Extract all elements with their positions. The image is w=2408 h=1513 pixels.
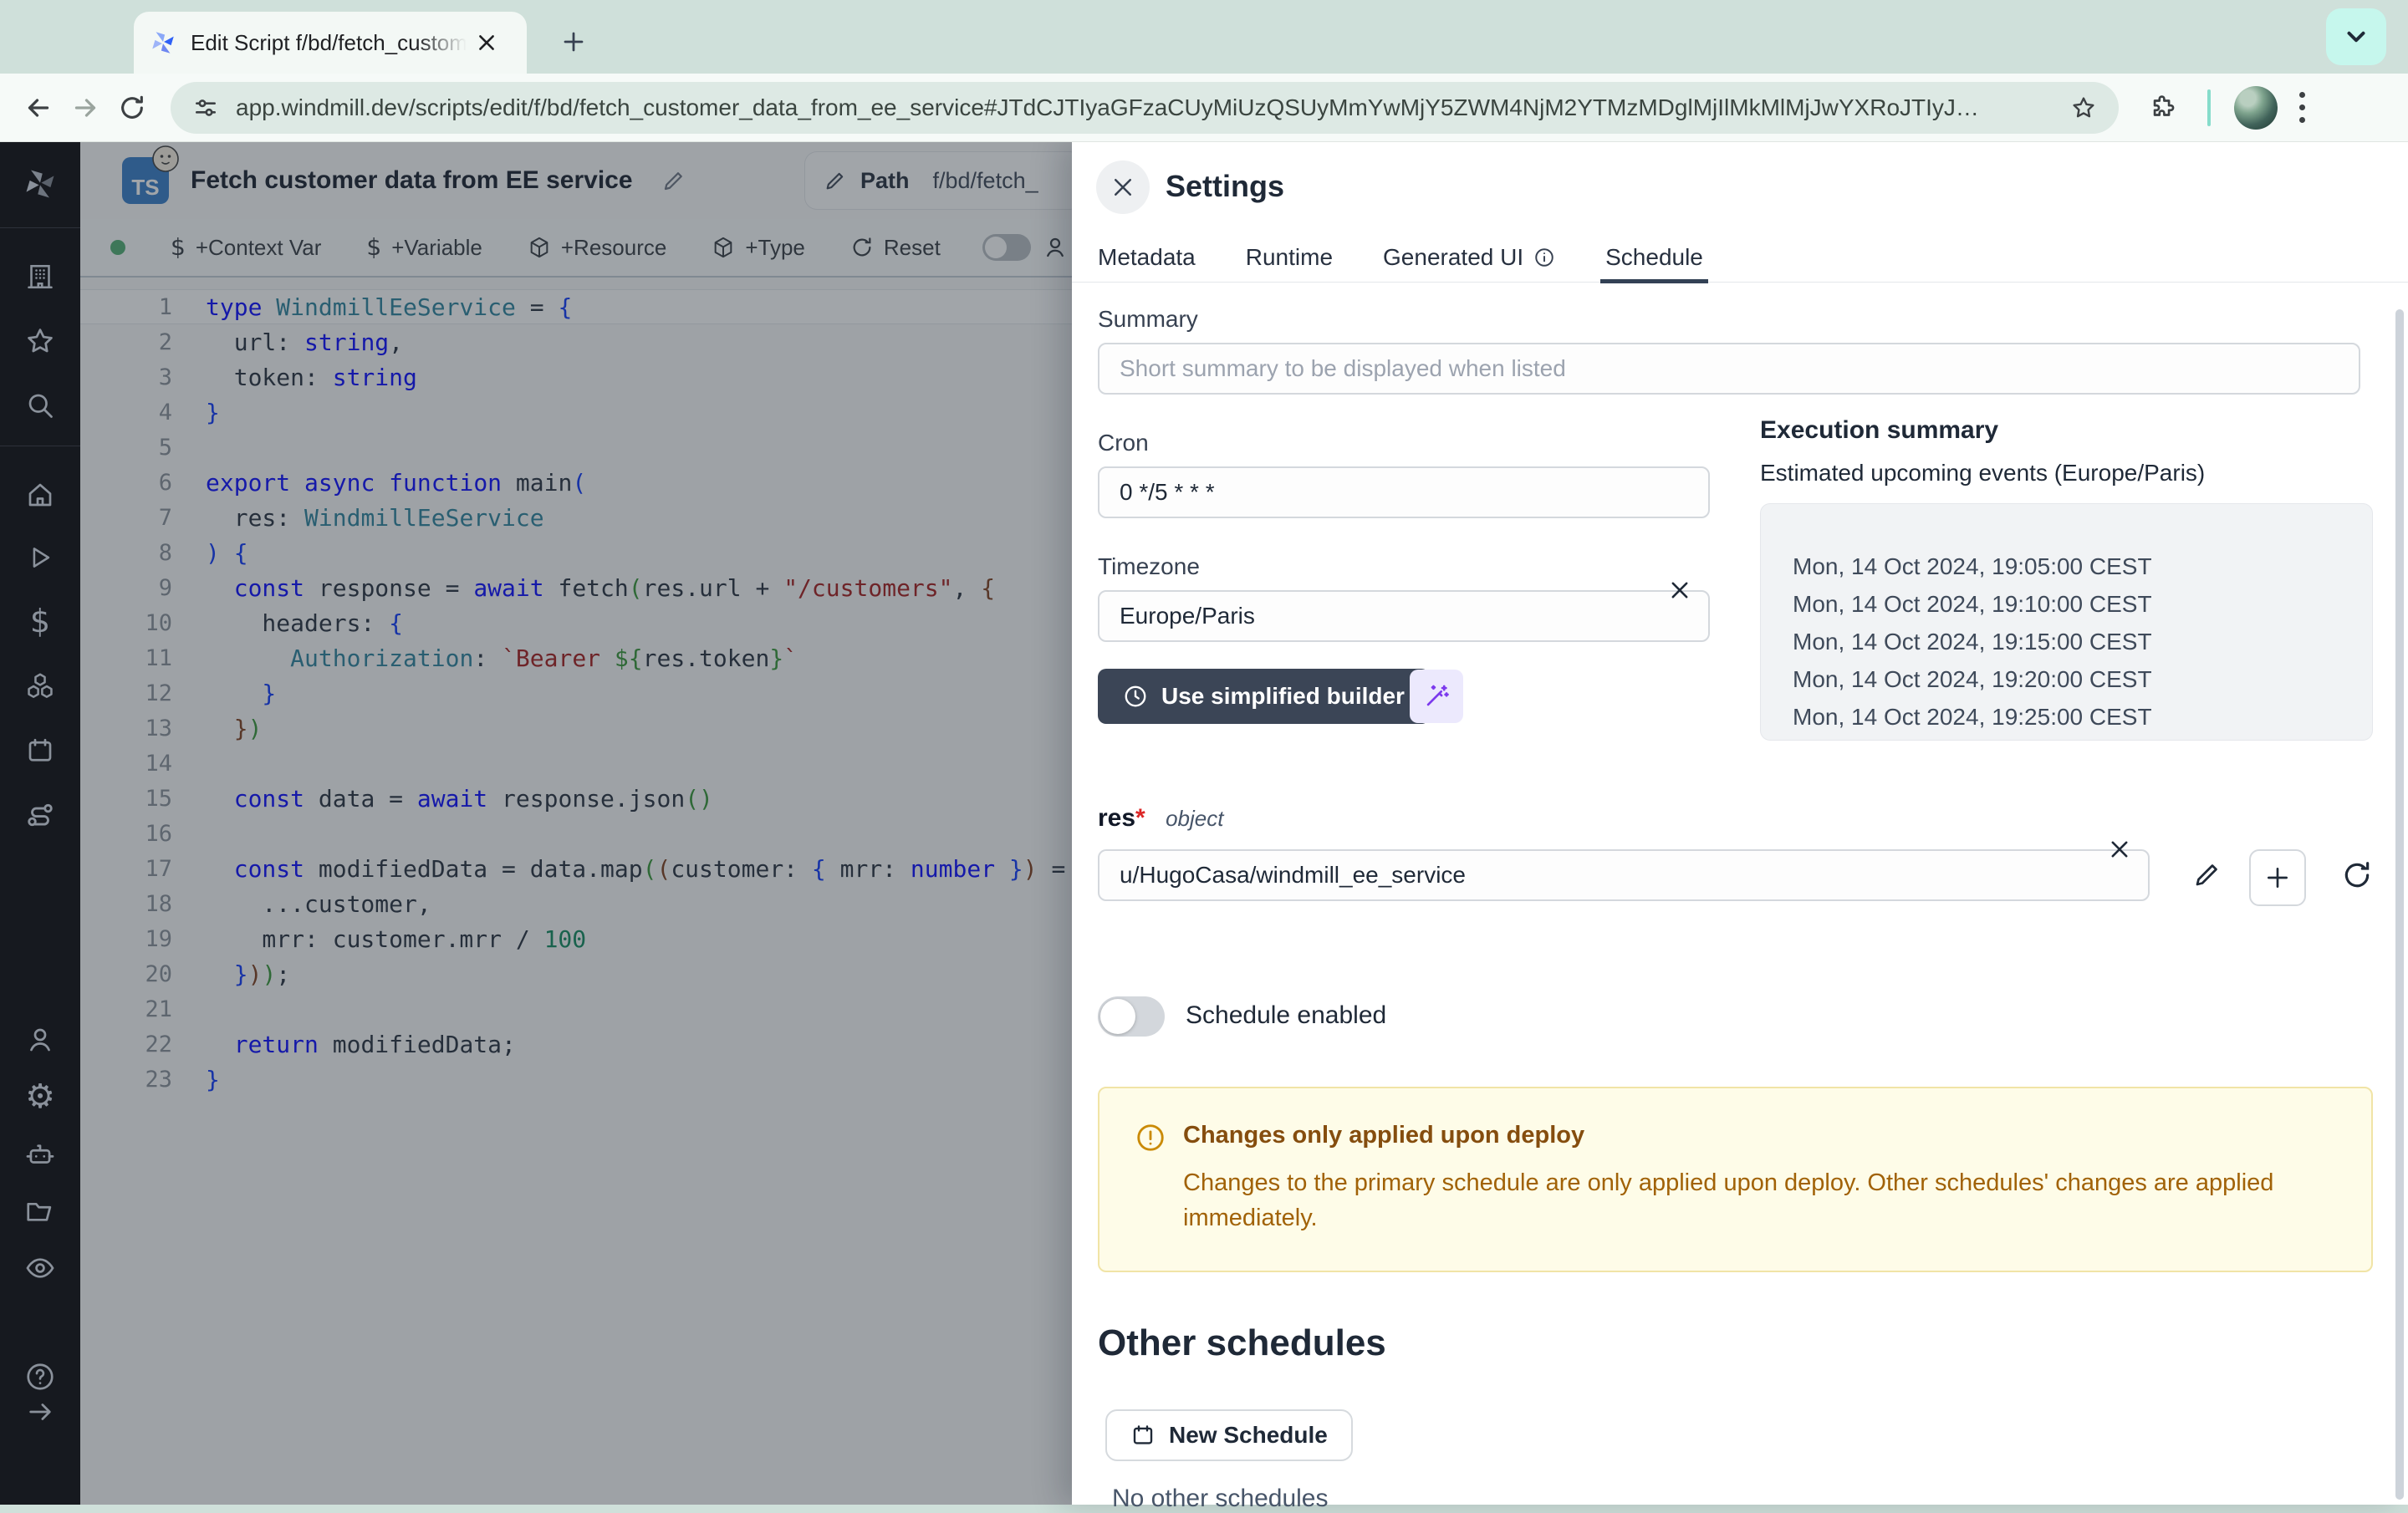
runs-play-icon[interactable] [26, 543, 54, 572]
chrome-separator [2207, 89, 2211, 126]
window-chevron-button[interactable] [2326, 8, 2386, 65]
info-icon [1533, 247, 1555, 268]
tab-title: Edit Script f/bd/fetch_customer_data [191, 30, 467, 56]
profile-avatar[interactable] [2234, 86, 2278, 130]
tab-runtime[interactable]: Runtime [1246, 232, 1333, 283]
user-icon[interactable] [25, 1025, 55, 1055]
help-question-icon[interactable] [24, 1361, 56, 1393]
settings-title: Settings [1166, 169, 1284, 204]
event-item: Mon, 14 Oct 2024, 19:05:00 CEST [1793, 548, 2372, 585]
execution-summary-subtitle: Estimated upcoming events (Europe/Paris) [1760, 460, 2205, 487]
summary-input[interactable] [1098, 343, 2360, 395]
ai-wand-button[interactable] [1410, 670, 1463, 723]
sidebar-divider [0, 227, 80, 228]
browser-tab[interactable]: Edit Script f/bd/fetch_customer_data [134, 12, 527, 74]
event-item: Mon, 14 Oct 2024, 19:20:00 CEST [1793, 660, 2372, 698]
tab-schedule[interactable]: Schedule [1605, 232, 1703, 283]
schedule-enabled-toggle[interactable] [1098, 996, 1165, 1037]
workspace-building-icon[interactable] [25, 262, 55, 292]
timezone-input[interactable] [1098, 590, 1710, 642]
event-item: Mon, 14 Oct 2024, 19:15:00 CEST [1793, 623, 2372, 660]
warning-body: Changes to the primary schedule are only… [1183, 1165, 2320, 1235]
clear-res-icon[interactable] [2108, 838, 2131, 861]
tab-metadata[interactable]: Metadata [1098, 232, 1196, 283]
no-other-schedules-text: No other schedules [1112, 1485, 1329, 1513]
reload-button[interactable] [109, 84, 156, 131]
other-schedules-title: Other schedules [1098, 1322, 1386, 1364]
event-item: Mon, 14 Oct 2024, 19:25:00 CEST [1793, 698, 2372, 736]
warning-title: Changes only applied upon deploy [1183, 1122, 1584, 1149]
workers-robot-icon[interactable] [24, 1139, 56, 1170]
collapse-arrow-icon[interactable] [26, 1398, 54, 1426]
forward-button[interactable] [62, 84, 109, 131]
folders-icon[interactable] [24, 1195, 56, 1227]
url-text[interactable]: app.windmill.dev/scripts/edit/f/bd/fetch… [236, 94, 2060, 121]
tab-generated-ui[interactable]: Generated UI [1383, 232, 1555, 283]
res-field-label: res* object [1098, 804, 1223, 833]
back-button[interactable] [15, 84, 62, 131]
tab-close-icon[interactable] [470, 26, 503, 59]
execution-summary-title: Execution summary [1760, 416, 1998, 445]
flows-route-icon[interactable] [24, 799, 56, 831]
close-settings-button[interactable] [1096, 160, 1150, 214]
address-bar[interactable]: app.windmill.dev/scripts/edit/f/bd/fetch… [171, 82, 2119, 134]
use-simplified-builder-button[interactable]: Use simplified builder [1098, 669, 1430, 724]
calendar-icon [1130, 1423, 1156, 1448]
schedules-calendar-icon[interactable] [25, 736, 55, 766]
audit-eye-icon[interactable] [24, 1252, 56, 1284]
new-tab-button[interactable] [552, 20, 595, 64]
settings-gear-icon[interactable]: ⚙ [25, 1080, 55, 1113]
bookmark-star-icon[interactable] [2070, 94, 2097, 121]
add-resource-plus-button[interactable] [2249, 849, 2306, 906]
edit-resource-pencil-icon[interactable] [2192, 859, 2222, 889]
warning-icon [1135, 1122, 1166, 1154]
search-icon[interactable] [25, 390, 55, 420]
app-sidebar: $ ⚙ [0, 142, 80, 1505]
events-list: Mon, 14 Oct 2024, 19:05:00 CESTMon, 14 O… [1760, 503, 2373, 741]
panel-scrollbar[interactable] [2395, 309, 2404, 1500]
deploy-warning-box: Changes only applied upon deploy Changes… [1098, 1087, 2373, 1272]
windmill-logo-icon [22, 166, 59, 202]
browser-urlbar-row: app.windmill.dev/scripts/edit/f/bd/fetch… [0, 74, 2408, 142]
clock-icon [1123, 684, 1148, 709]
site-settings-icon[interactable] [192, 94, 219, 121]
res-resource-input[interactable] [1098, 849, 2150, 901]
variables-dollar-icon[interactable]: $ [30, 605, 50, 637]
cron-input[interactable] [1098, 466, 1710, 518]
resources-cubes-icon[interactable] [24, 670, 56, 702]
home-icon[interactable] [25, 480, 55, 510]
windmill-favicon-icon [149, 28, 177, 57]
event-item: Mon, 14 Oct 2024, 19:10:00 CEST [1793, 585, 2372, 623]
browser-menu-icon[interactable] [2299, 92, 2305, 123]
favorites-star-icon[interactable] [24, 325, 56, 357]
browser-tabstrip: Edit Script f/bd/fetch_customer_data [0, 0, 2408, 74]
extensions-icon[interactable] [2149, 94, 2177, 122]
new-schedule-button[interactable]: New Schedule [1105, 1409, 1353, 1461]
drawer-dim-overlay[interactable] [80, 142, 1072, 1505]
timezone-label: Timezone [1098, 553, 1200, 580]
settings-tabs: Metadata Runtime Generated UI Schedule [1072, 232, 2408, 283]
cron-label: Cron [1098, 430, 1149, 456]
refresh-resource-icon[interactable] [2341, 859, 2373, 891]
schedule-enabled-label: Schedule enabled [1186, 1001, 1386, 1030]
summary-label: Summary [1098, 306, 1198, 333]
script-editor: TS Fetch customer data from EE service P… [80, 142, 1072, 1505]
clear-timezone-icon[interactable] [1668, 578, 1691, 602]
settings-panel: Settings Metadata Runtime Generated UI S… [1072, 142, 2408, 1505]
